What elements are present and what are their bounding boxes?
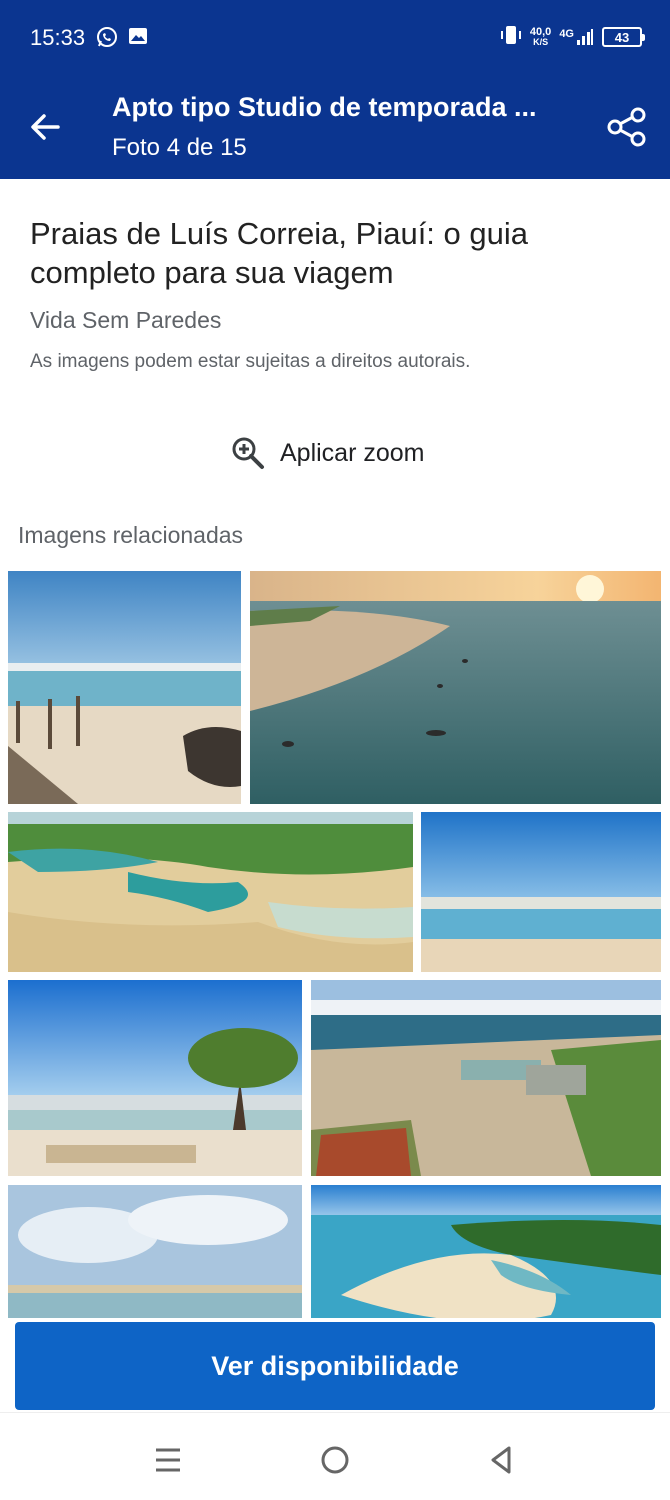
back-triangle-icon[interactable]: [484, 1443, 518, 1477]
zoom-button[interactable]: Aplicar zoom: [230, 432, 425, 474]
photo-counter: Foto 4 de 15: [112, 134, 247, 161]
photo-title[interactable]: Praias de Luís Correia, Piauí: o guia co…: [30, 214, 590, 292]
whatsapp-icon: [96, 26, 118, 53]
vibrate-icon: [500, 24, 522, 51]
related-image[interactable]: [8, 980, 302, 1176]
page-title: Apto tipo Studio de temporada ...: [112, 92, 537, 122]
battery-level: 43: [614, 29, 630, 45]
related-image[interactable]: [8, 812, 413, 972]
net-speed-unit: K/S: [533, 37, 549, 47]
arrow-back-icon: [31, 114, 60, 140]
cta-container: Ver disponibilidade: [0, 1318, 670, 1412]
copyright-notice: As imagens podem estar sujeitas a direit…: [30, 351, 471, 372]
share-icon: [607, 107, 646, 147]
related-image[interactable]: [250, 571, 661, 804]
related-image[interactable]: [421, 812, 661, 972]
signal-icon: 4G: [559, 28, 594, 46]
app-bar: Apto tipo Studio de temporada ... Foto 4…: [0, 74, 670, 179]
related-image[interactable]: [8, 571, 241, 804]
check-availability-button[interactable]: Ver disponibilidade: [15, 1322, 655, 1410]
network-type: 4G: [559, 28, 574, 40]
photo-source[interactable]: Vida Sem Paredes: [30, 307, 221, 334]
gallery-icon: [128, 26, 148, 51]
related-images-heading: Imagens relacionadas: [18, 522, 244, 548]
related-image[interactable]: [311, 980, 661, 1176]
status-indicators: 40,0 K/S 4G 43: [500, 22, 645, 52]
net-speed: 40,0 K/S: [530, 27, 551, 48]
back-button[interactable]: [22, 104, 68, 150]
zoom-label: Aplicar zoom: [280, 438, 425, 467]
status-time: 15:33: [30, 25, 86, 50]
battery-icon: 43: [602, 27, 645, 47]
status-bar: 15:33 40,0 K/S 4G 43: [0, 0, 670, 74]
home-circle-icon[interactable]: [318, 1443, 352, 1477]
menu-icon[interactable]: [151, 1443, 185, 1477]
share-button[interactable]: [604, 104, 650, 150]
zoom-in-icon: [232, 437, 264, 469]
system-nav-bar: [0, 1412, 670, 1500]
